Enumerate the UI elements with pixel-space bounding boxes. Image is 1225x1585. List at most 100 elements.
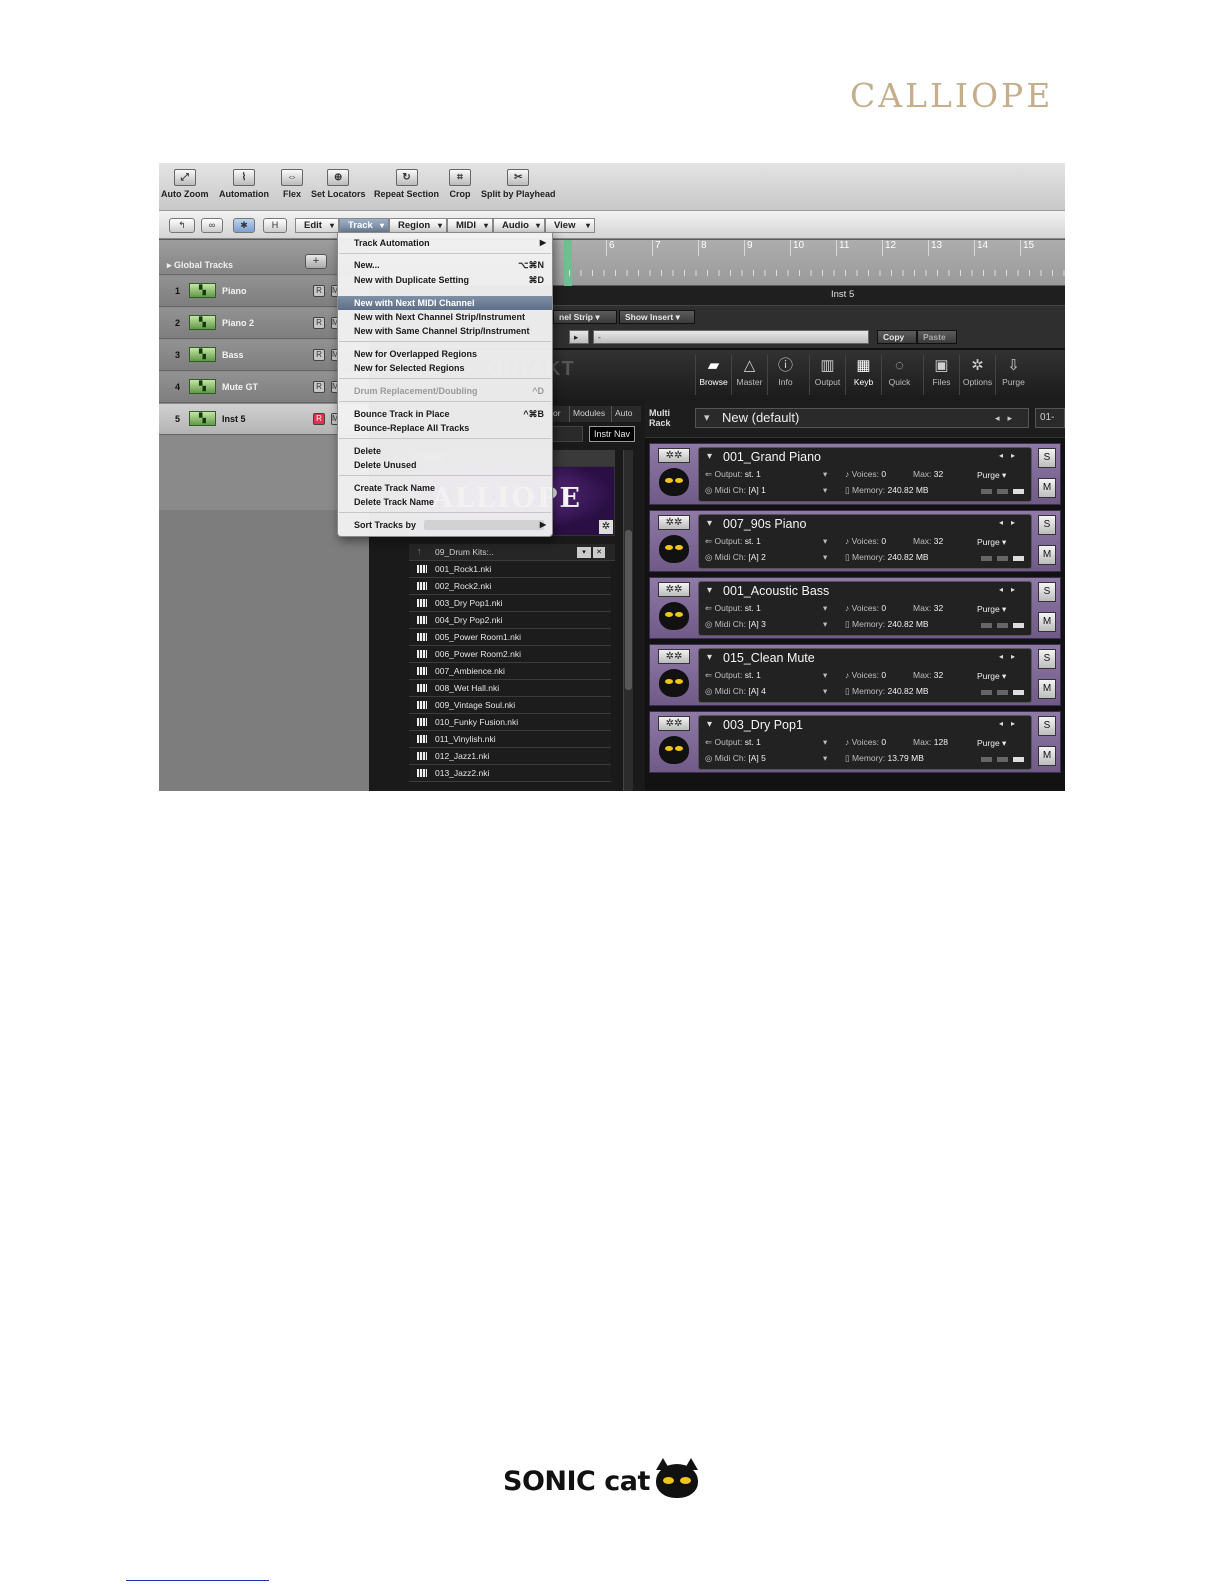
menu-view[interactable]: View [545,218,595,233]
instrument-edit-gear-icon[interactable]: ✲✲ [658,515,690,530]
solo-button[interactable]: S [1038,716,1056,736]
chevron-down-icon[interactable]: ▾ [707,451,712,462]
solo-button[interactable]: S [1038,649,1056,669]
menu-item-create-track-name[interactable]: Create Track Name [338,481,552,495]
chevron-down-icon[interactable]: ▾ [823,469,827,480]
chevron-down-icon[interactable]: ▾ [823,753,827,764]
hide-button[interactable]: H [263,218,287,233]
menu-item-new-overlapped[interactable]: New for Overlapped Regions [338,347,552,361]
cycle-locator[interactable] [564,240,572,286]
repeat-section-button[interactable]: ↻ Repeat Section [374,169,439,199]
chevron-down-icon[interactable]: ▾ [823,619,827,630]
instrument-slot[interactable]: ✲✲ ▾ 003_Dry Pop1 ◂▸ ⇐ Output: st. 1 ▾ ♪… [649,711,1061,773]
output-field[interactable]: ⇐ Output: st. 1 [705,469,761,480]
add-track-button[interactable]: + [305,254,327,269]
list-item[interactable]: 010_Funky Fusion.nki [409,714,611,731]
list-item[interactable]: 012_Jazz1.nki [409,748,611,765]
solo-button[interactable]: S [1038,448,1056,468]
next-preset-button[interactable]: ▸ [569,330,589,344]
purge-menu[interactable]: Purge ▾ [977,671,1027,684]
output-field[interactable]: ⇐ Output: st. 1 [705,737,761,748]
midi-channel-field[interactable]: ◎ Midi Ch: [A] 2 [705,552,766,563]
back-button[interactable]: ↰ [169,218,195,233]
mute-button[interactable]: M [1038,612,1056,632]
menu-item-delete-unused[interactable]: Delete Unused [338,458,552,472]
mute-button[interactable]: M [1038,478,1056,498]
show-insert-menu[interactable]: Show Insert ▾ [619,310,695,324]
midi-channel-field[interactable]: ◎ Midi Ch: [A] 3 [705,619,766,630]
instrument-slot[interactable]: ✲✲ ▾ 001_Acoustic Bass ◂▸ ⇐ Output: st. … [649,577,1061,639]
files-button[interactable]: ▣ Files [923,355,959,395]
options-button[interactable]: ✲ Options [959,355,995,395]
instrument-slot[interactable]: ✲✲ ▾ 001_Grand Piano ◂▸ ⇐ Output: st. 1 … [649,443,1061,505]
instrument-edit-gear-icon[interactable]: ✲✲ [658,448,690,463]
mute-button[interactable]: M [1038,679,1056,699]
list-item[interactable]: 013_Jazz2.nki [409,765,611,782]
menu-edit[interactable]: Edit [295,218,339,233]
chevron-down-icon[interactable]: ▾ [707,518,712,529]
list-item[interactable]: 001_Rock1.nki [409,561,611,578]
flex-button[interactable]: ⇔ Flex [281,169,303,199]
chevron-down-icon[interactable]: ▾ [823,536,827,547]
prev-next-arrows-icon[interactable]: ◂▸ [999,585,1023,594]
instrument-edit-gear-icon[interactable]: ✲✲ [658,716,690,731]
list-item[interactable]: 006_Power Room2.nki [409,646,611,663]
purge-menu[interactable]: Purge ▾ [977,537,1027,550]
prev-next-arrows-icon[interactable]: ◂▸ [999,518,1023,527]
list-item[interactable]: 008_Wet Hall.nki [409,680,611,697]
menu-item-bounce-replace[interactable]: Bounce-Replace All Tracks [338,421,552,435]
set-locators-button[interactable]: ⊕ Set Locators [311,169,366,199]
chevron-down-icon[interactable]: ▾ [823,485,827,496]
chevron-down-icon[interactable]: ▾ [823,670,827,681]
menu-region[interactable]: Region [389,218,447,233]
purge-menu[interactable]: Purge ▾ [977,738,1027,751]
scrollbar-thumb[interactable] [625,530,632,690]
list-item[interactable]: 003_Dry Pop1.nki [409,595,611,612]
link-button[interactable]: ∞ [201,218,223,233]
solo-button[interactable]: S [1038,582,1056,602]
record-enable-button[interactable]: R [313,381,325,393]
max-voices-field[interactable]: Max: 32 [913,469,943,479]
record-enable-button[interactable]: R [313,413,325,425]
chevron-down-icon[interactable]: ▾ [707,652,712,663]
info-button[interactable]: ⓘ Info [767,355,803,395]
menu-item-new-selected[interactable]: New for Selected Regions [338,361,552,375]
menu-item-delete[interactable]: Delete [338,444,552,458]
chevron-down-icon[interactable]: ▾ [707,585,712,596]
menu-item-new-next-midi[interactable]: New with Next MIDI Channel [338,296,552,310]
chevron-down-icon[interactable]: ▾ [823,686,827,697]
folder-up-icon[interactable]: ↑ [417,546,422,556]
mute-button[interactable]: M [1038,746,1056,766]
rack-page-select[interactable]: 01- [1035,408,1065,428]
list-item[interactable]: 009_Vintage Soul.nki [409,697,611,714]
prev-next-arrows-icon[interactable]: ◂▸ [999,719,1023,728]
list-item[interactable]: 002_Rock2.nki [409,578,611,595]
tab-auto[interactable]: Auto [611,406,641,422]
paste-button[interactable]: Paste [917,330,957,344]
sort-button[interactable]: ▾ [577,547,591,558]
output-button[interactable]: ▥ Output [809,355,845,395]
mute-button[interactable]: M [1038,545,1056,565]
max-voices-field[interactable]: Max: 32 [913,536,943,546]
solo-button[interactable]: S [1038,515,1056,535]
prev-next-arrows-icon[interactable]: ◂▸ [999,652,1023,661]
channel-strip-menu[interactable]: nel Strip ▾ [553,310,617,324]
purge-menu[interactable]: Purge ▾ [977,470,1027,483]
chevron-down-icon[interactable]: ▾ [823,552,827,563]
quick-button[interactable]: ◌ Quick [881,355,917,395]
output-field[interactable]: ⇐ Output: st. 1 [705,536,761,547]
record-enable-button[interactable]: R [313,349,325,361]
multi-name-select[interactable]: New (default)◂▸ [695,408,1029,428]
copy-button[interactable]: Copy [877,330,917,344]
instrument-slot[interactable]: ✲✲ ▾ 007_90s Piano ◂▸ ⇐ Output: st. 1 ▾ … [649,510,1061,572]
menu-item-new-next-strip[interactable]: New with Next Channel Strip/Instrument [338,310,552,324]
max-voices-field[interactable]: Max: 128 [913,737,948,747]
chevron-down-icon[interactable]: ▾ [823,603,827,614]
chevron-down-icon[interactable]: ▾ [707,719,712,730]
browser-scrollbar[interactable] [623,450,633,791]
auto-zoom-button[interactable]: ⤢ Auto Zoom [161,169,209,199]
prev-next-arrows-icon[interactable]: ◂▸ [995,409,1020,427]
menu-item-new-same-strip[interactable]: New with Same Channel Strip/Instrument [338,324,552,338]
close-folder-button[interactable]: ✕ [593,547,605,558]
midi-channel-field[interactable]: ◎ Midi Ch: [A] 4 [705,686,766,697]
